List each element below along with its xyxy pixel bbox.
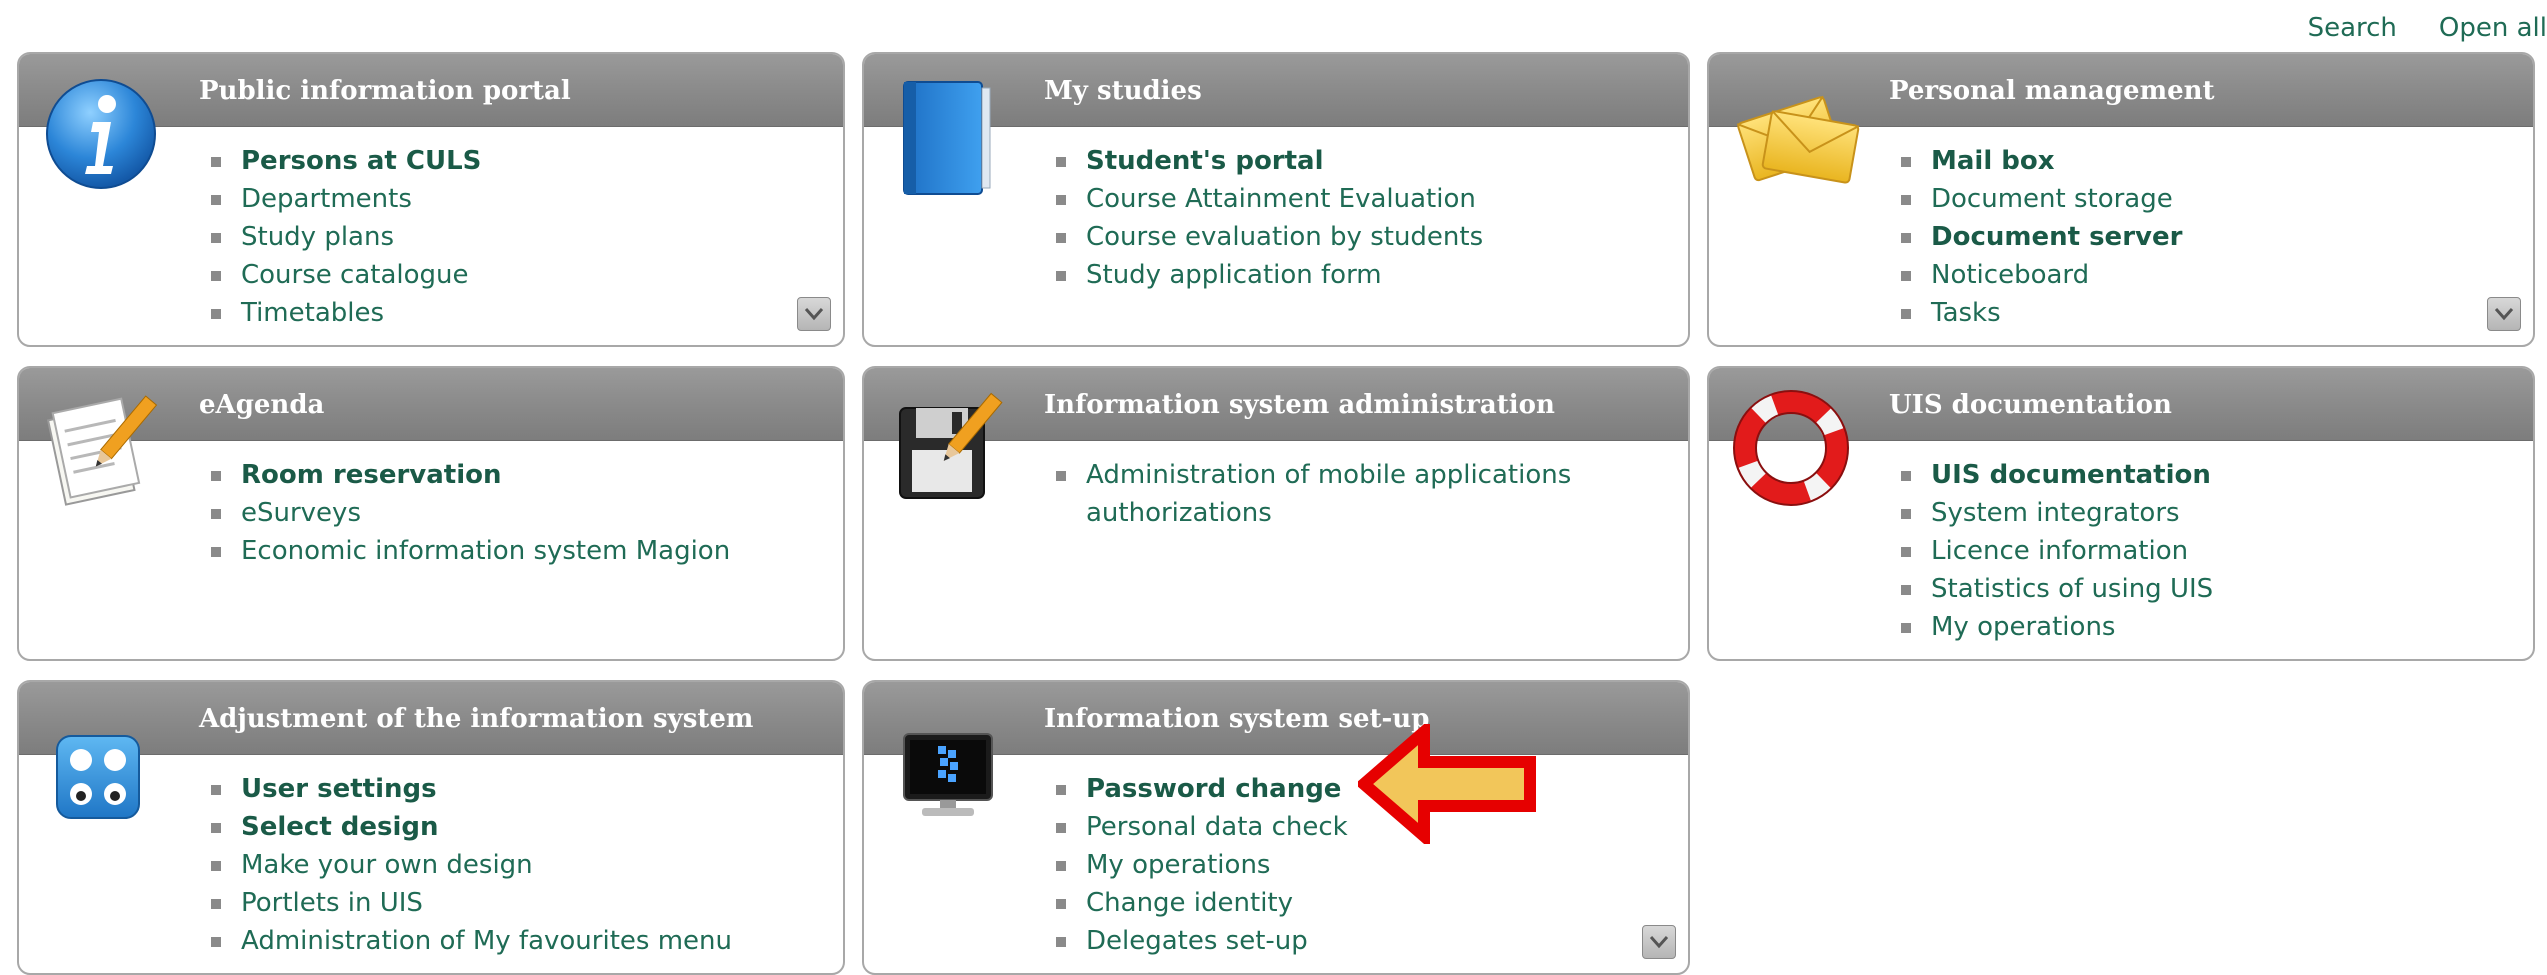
highlight-arrow-icon [1358,724,1536,844]
switches-icon [41,702,161,822]
link-noticeboard[interactable]: Noticeboard [1899,256,2499,294]
link-economic-information-system-magion[interactable]: Economic information system Magion [209,532,809,570]
notepad-pencil-icon [41,388,161,508]
panel-links: Password change Personal data check My o… [1054,770,1654,960]
link-change-identity[interactable]: Change identity [1054,884,1654,922]
link-user-settings[interactable]: User settings [209,770,809,808]
panel-uis-documentation: UIS documentation UIS documentation Syst… [1707,366,2535,661]
panel-eagenda: eAgenda Room reservation eSurveys Econom… [17,366,845,661]
link-licence-information[interactable]: Licence information [1899,532,2499,570]
chevron-down-icon [2494,308,2514,321]
panel-title[interactable]: eAgenda [199,390,324,420]
panel-information-system-set-up: Information system set-up Password chang… [862,680,1690,975]
link-course-catalogue[interactable]: Course catalogue [209,256,809,294]
link-timetables[interactable]: Timetables [209,294,809,332]
link-administration-of-my-favourites-menu[interactable]: Administration of My favourites menu [209,922,809,960]
expand-button[interactable] [797,297,831,331]
link-tasks[interactable]: Tasks [1899,294,2499,332]
link-course-attainment-evaluation[interactable]: Course Attainment Evaluation [1054,180,1654,218]
expand-button[interactable] [2487,297,2521,331]
link-document-storage[interactable]: Document storage [1899,180,2499,218]
panel-links: Student's portal Course Attainment Evalu… [1054,142,1654,294]
link-esurveys[interactable]: eSurveys [209,494,809,532]
panel-title[interactable]: My studies [1044,76,1202,106]
link-study-plans[interactable]: Study plans [209,218,809,256]
link-course-evaluation-by-students[interactable]: Course evaluation by students [1054,218,1654,256]
link-students-portal[interactable]: Student's portal [1054,142,1654,180]
monitor-icon [886,702,1006,822]
panel-personal-management: Personal management Mail box Document st… [1707,52,2535,347]
panel-links: User settings Select design Make your ow… [209,770,809,960]
link-departments[interactable]: Departments [209,180,809,218]
link-portlets-in-uis[interactable]: Portlets in UIS [209,884,809,922]
link-my-operations[interactable]: My operations [1899,608,2499,646]
link-room-reservation[interactable]: Room reservation [209,456,809,494]
panel-public-information-portal: Public information portal Persons at CUL… [17,52,845,347]
expand-button[interactable] [1642,925,1676,959]
panel-links: UIS documentation System integrators Lic… [1899,456,2499,646]
panel-title[interactable]: Information system administration [1044,390,1555,420]
panel-my-studies: My studies Student's portal Course Attai… [862,52,1690,347]
open-all-link[interactable]: Open all [2439,13,2547,45]
chevron-down-icon [804,308,824,321]
floppy-pencil-icon [886,388,1006,508]
link-persons-at-culs[interactable]: Persons at CULS [209,142,809,180]
panel-title[interactable]: Personal management [1889,76,2215,106]
panel-title[interactable]: Adjustment of the information system [199,704,753,734]
lifebuoy-icon [1731,388,1851,508]
link-study-application-form[interactable]: Study application form [1054,256,1654,294]
top-links: Search Open all [2308,13,2547,45]
link-uis-documentation[interactable]: UIS documentation [1899,456,2499,494]
panel-title[interactable]: Public information portal [199,76,571,106]
link-administration-of-mobile-applications-authorizations[interactable]: Administration of mobile applications au… [1054,456,1574,532]
info-icon [41,74,161,194]
search-link[interactable]: Search [2308,13,2397,45]
link-make-your-own-design[interactable]: Make your own design [209,846,809,884]
link-select-design[interactable]: Select design [209,808,809,846]
envelope-icon [1731,74,1860,194]
link-password-change[interactable]: Password change [1054,770,1654,808]
link-statistics-of-using-uis[interactable]: Statistics of using UIS [1899,570,2499,608]
panel-links: Room reservation eSurveys Economic infor… [209,456,809,570]
link-delegates-set-up[interactable]: Delegates set-up [1054,922,1654,960]
panel-information-system-administration: Information system administration Admini… [862,366,1690,661]
link-personal-data-check[interactable]: Personal data check [1054,808,1654,846]
panel-adjustment-of-the-information-system: Adjustment of the information system Use… [17,680,845,975]
link-mail-box[interactable]: Mail box [1899,142,2499,180]
notebook-icon [886,74,1006,195]
chevron-down-icon [1649,936,1669,949]
link-my-operations[interactable]: My operations [1054,846,1654,884]
panel-links: Mail box Document storage Document serve… [1899,142,2499,332]
link-document-server[interactable]: Document server [1899,218,2499,256]
link-system-integrators[interactable]: System integrators [1899,494,2499,532]
panel-title[interactable]: UIS documentation [1889,390,2172,420]
panel-links: Persons at CULS Departments Study plans … [209,142,809,332]
panel-links: Administration of mobile applications au… [1054,456,1574,532]
